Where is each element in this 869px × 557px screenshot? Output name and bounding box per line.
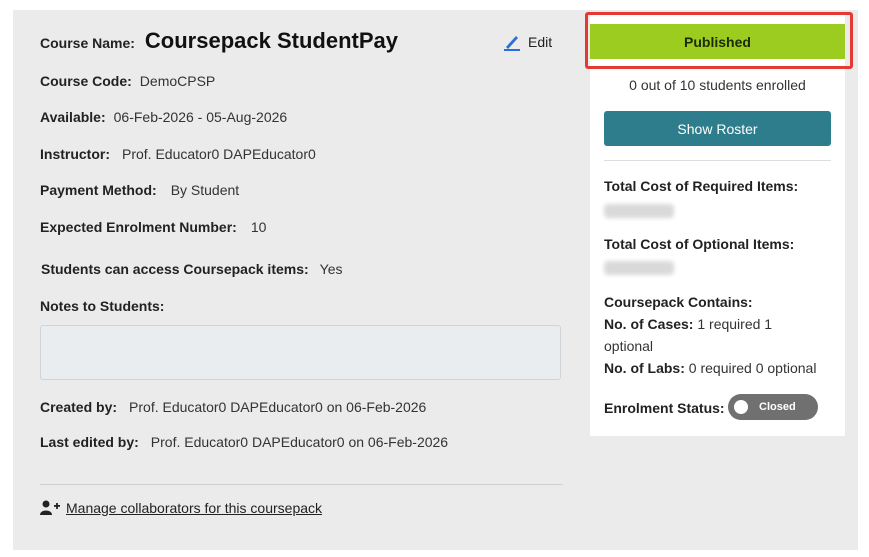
enrolment-label: Expected Enrolment Number: [40,219,237,235]
instructor-label: Instructor: [40,146,110,162]
contains-text: Coursepack Contains: [604,294,753,310]
course-code-label: Course Code: [40,73,132,89]
optional-cost-label: Total Cost of Optional Items: [604,236,794,252]
notes-label: Notes to Students: [40,298,165,314]
payment-row: Payment Method: By Student [40,182,239,198]
edited-row: Last edited by: Prof. Educator0 DAPEducat… [40,434,448,450]
edited-label: Last edited by: [40,434,139,450]
labs-value: 0 required 0 optional [688,360,817,376]
enrolment-status-row: Enrolment Status: [604,400,725,416]
toggle-knob [734,400,748,414]
cases-row-cont: optional [604,338,653,354]
course-code-row: Course Code: DemoCPSP [40,73,215,89]
cases-label: No. of Cases: [604,316,694,332]
cases-value-optional: optional [604,338,654,354]
required-cost-redacted [604,204,674,218]
enrolment-status-toggle[interactable]: Closed [728,394,818,420]
created-value: Prof. Educator0 DAPEducator0 on 06-Feb-2… [129,399,427,415]
instructor-row: Instructor: Prof. Educator0 DAPEducator0 [40,146,316,162]
notes-row: Notes to Students: [40,298,164,314]
show-roster-button[interactable]: Show Roster [604,111,831,146]
available-row: Available: 06-Feb-2026 - 05-Aug-2026 [40,109,287,125]
created-row: Created by: Prof. Educator0 DAPEducator0 … [40,399,426,415]
course-name-row: Course Name: Coursepack StudentPay [40,28,398,54]
course-title: Coursepack StudentPay [144,28,398,53]
edit-button[interactable]: Edit [502,33,552,51]
access-row: Students can access Coursepack items: Yes [41,261,343,277]
enrolment-value: 10 [250,219,267,235]
manage-collaborators-label: Manage collaborators for this coursepack [66,500,323,516]
enrolled-count: 0 out of 10 students enrolled [629,77,806,93]
highlight-box [585,12,853,69]
optional-cost-text: Total Cost of Optional Items: [604,236,795,252]
available-value: 06-Feb-2026 - 05-Aug-2026 [113,109,288,125]
edited-value: Prof. Educator0 DAPEducator0 on 06-Feb-2… [150,434,449,450]
optional-cost-redacted [604,261,674,275]
labs-label: No. of Labs: [604,360,685,376]
enrolment-row: Expected Enrolment Number: 10 [40,219,266,235]
edit-label: Edit [528,34,553,50]
available-label: Available: [40,109,106,125]
enrolment-status-label: Enrolment Status: [604,400,725,416]
pencil-icon [504,36,520,51]
access-label: Students can access Coursepack items: [41,261,309,277]
instructor-value: Prof. Educator0 DAPEducator0 [122,146,316,162]
add-user-icon [40,500,60,515]
course-name-label: Course Name: [40,35,135,51]
manage-collaborators-link[interactable]: Manage collaborators for this coursepack [40,500,322,516]
notes-box [40,325,561,380]
contains-label: Coursepack Contains: [604,294,753,310]
divider [40,484,563,485]
sidebar-divider [604,160,831,161]
course-code-value: DemoCPSP [139,73,216,89]
required-cost-label: Total Cost of Required Items: [604,178,798,194]
payment-value: By Student [170,182,240,198]
payment-label: Payment Method: [40,182,157,198]
cases-value: 1 required 1 [697,316,773,332]
labs-row: No. of Labs: 0 required 0 optional [604,360,816,376]
created-label: Created by: [40,399,118,415]
access-value: Yes [319,261,343,277]
enrolment-status-value: Closed [759,401,796,413]
cases-row: No. of Cases: 1 required 1 [604,316,772,332]
required-cost-text: Total Cost of Required Items: [604,178,799,194]
